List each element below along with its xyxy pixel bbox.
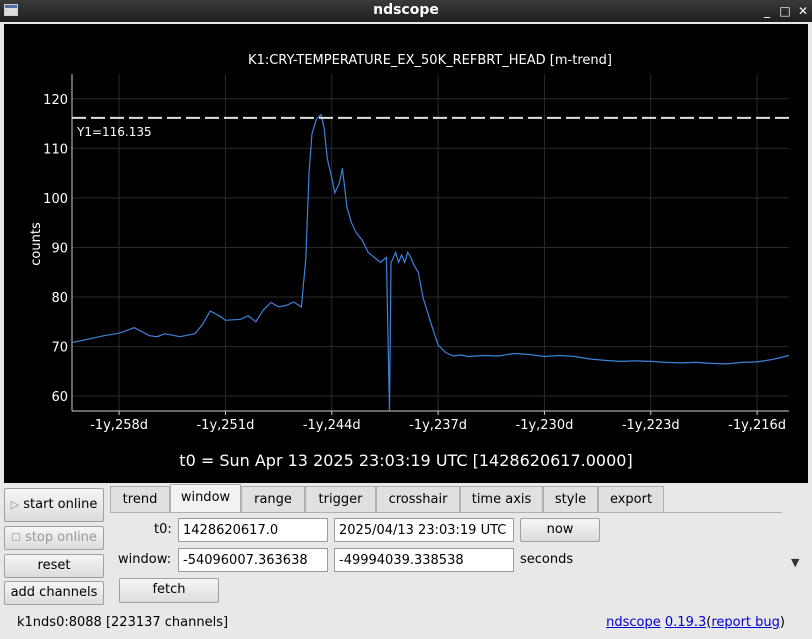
trend-plot[interactable]: 60 70 80 90 100 110 120 -1y,258d -1y,251d -1y,24…: [4, 24, 808, 444]
window-field-label: window:: [118, 552, 171, 567]
series-line: [71, 113, 790, 412]
tab-range[interactable]: range: [241, 486, 305, 513]
y-tick-labels: 60 70 80 90 100 110 120: [43, 93, 68, 405]
title-bar: ndscope _ □ ✕: [0, 0, 812, 22]
y-cursor-label: Y1=116.135: [76, 125, 152, 139]
x-tick-label: -1y,258d: [90, 418, 148, 433]
t0-field-label: t0:: [154, 522, 172, 537]
tab-style[interactable]: style: [543, 486, 598, 513]
grid: [72, 74, 789, 411]
tab-crosshair[interactable]: crosshair: [376, 486, 460, 513]
y-tick-label: 110: [43, 142, 68, 157]
add-channels-button[interactable]: add channels: [4, 581, 104, 605]
x-tick-label: -1y,251d: [196, 418, 254, 433]
tab-export[interactable]: export: [598, 486, 664, 513]
ndscope-link[interactable]: ndscope: [606, 615, 661, 630]
fetch-button[interactable]: fetch: [119, 578, 219, 603]
status-version: ndscope 0.19.3(report bug): [606, 615, 785, 630]
t0-gps-input[interactable]: [178, 518, 328, 542]
x-tick-label: -1y,230d: [516, 418, 574, 433]
minimize-icon[interactable]: _: [759, 3, 775, 19]
y-tick-label: 60: [51, 390, 68, 405]
start-online-button[interactable]: ▷ start online: [4, 488, 104, 522]
now-button[interactable]: now: [520, 518, 600, 542]
y-tick-label: 120: [43, 93, 68, 108]
y-tick-label: 80: [51, 291, 68, 306]
maximize-icon[interactable]: □: [777, 3, 793, 19]
report-bug-link[interactable]: report bug: [711, 615, 780, 630]
stop-online-button[interactable]: ☐ stop online: [4, 526, 104, 550]
close-icon[interactable]: ✕: [795, 3, 811, 19]
x-tick-labels: -1y,258d -1y,251d -1y,244d -1y,237d -1y,230d…: [90, 411, 786, 433]
collapse-arrow-icon[interactable]: ▼: [791, 556, 799, 569]
y-tick-label: 90: [51, 241, 68, 256]
y-tick-label: 70: [51, 341, 68, 356]
plot-title: K1:CRY-TEMPERATURE_EX_50K_REFBRT_HEAD [m…: [248, 53, 612, 68]
y-tick-label: 100: [43, 192, 68, 207]
seconds-unit-label: seconds: [520, 552, 574, 567]
x-tick-label: -1y,216d: [728, 418, 786, 433]
t0-utc-input[interactable]: [334, 518, 514, 542]
plot-panel[interactable]: 60 70 80 90 100 110 120 -1y,258d -1y,251d -1y,24…: [4, 24, 808, 483]
window-title: ndscope: [373, 2, 439, 18]
y-axis-label: counts: [29, 222, 44, 266]
status-server: k1nds0:8088 [223137 channels]: [17, 615, 229, 630]
tab-trend[interactable]: trend: [110, 486, 170, 513]
window-end-input[interactable]: [334, 548, 514, 572]
reset-button[interactable]: reset: [4, 554, 104, 578]
window-start-input[interactable]: [178, 548, 328, 572]
play-icon: ▷: [10, 498, 20, 511]
x-tick-label: -1y,223d: [622, 418, 680, 433]
tab-window[interactable]: window: [170, 484, 241, 513]
tab-trigger[interactable]: trigger: [305, 486, 376, 513]
version-link[interactable]: 0.19.3: [665, 615, 706, 630]
checkbox-icon: ☐: [11, 531, 21, 544]
tab-time-axis[interactable]: time axis: [460, 486, 543, 513]
t0-label: t0 = Sun Apr 13 2025 23:03:19 UTC [14286…: [179, 451, 633, 470]
x-tick-label: -1y,244d: [303, 418, 361, 433]
x-tick-label: -1y,237d: [409, 418, 467, 433]
